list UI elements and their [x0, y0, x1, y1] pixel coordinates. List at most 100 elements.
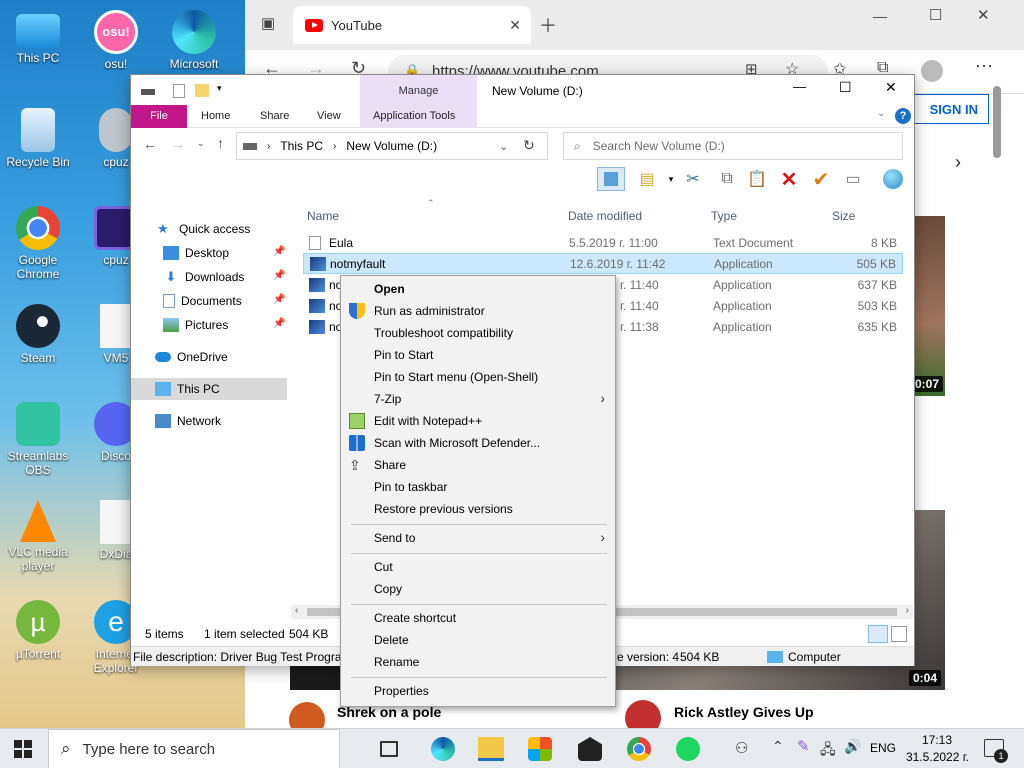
minimize-icon[interactable]: — — [873, 8, 887, 24]
desktop-icon-google-chrome[interactable]: Google Chrome — [6, 206, 70, 281]
menu-item-pin-to-taskbar[interactable]: Pin to taskbar — [374, 476, 447, 498]
qat-new-folder-icon[interactable] — [195, 84, 209, 97]
file-explorer-taskbar-icon[interactable] — [478, 737, 504, 761]
rename-icon[interactable]: ▭ — [841, 167, 865, 191]
file-row[interactable]: Eula 5.5.2019 г. 11:00 Text Document 8 K… — [303, 232, 903, 253]
column-header-date[interactable]: Date modified — [568, 209, 642, 223]
menu-item-pin-to-start[interactable]: Pin to Start — [374, 344, 433, 366]
clock-date[interactable]: 31.5.2022 г. — [906, 750, 969, 764]
help-icon[interactable]: ? — [895, 108, 911, 124]
delete-icon[interactable]: ✕ — [777, 167, 801, 191]
minimize-icon[interactable]: — — [793, 79, 806, 94]
refresh-icon[interactable]: ↻ — [523, 137, 535, 154]
chevron-right-icon[interactable]: › — [955, 152, 961, 173]
feather-tray-icon[interactable]: ✎ — [797, 737, 810, 755]
mail-taskbar-icon[interactable] — [578, 737, 602, 761]
menu-item-create-shortcut[interactable]: Create shortcut — [374, 607, 456, 629]
search-input[interactable]: ⌕ Search New Volume (D:) — [563, 132, 903, 160]
details-pane-icon[interactable] — [597, 167, 625, 191]
menu-item-run-as-administrator[interactable]: Run as administrator — [374, 300, 485, 322]
nav-quick-access[interactable]: ★ Quick access — [157, 218, 250, 240]
new-tab-icon[interactable]: ＋ — [539, 12, 557, 38]
nav-network[interactable]: Network — [155, 410, 221, 432]
paste-icon[interactable]: 📋 — [745, 167, 769, 191]
show-hidden-icons-icon[interactable]: ⌃ — [772, 738, 784, 755]
nav-desktop[interactable]: Desktop — [163, 242, 229, 264]
chrome-taskbar-icon[interactable] — [627, 737, 651, 761]
menu-item-edit-with-notepad-plus-plus[interactable]: Edit with Notepad++ — [374, 410, 482, 432]
file-row[interactable]: notmyfault 12.6.2019 г. 11:42 Applicatio… — [303, 253, 903, 274]
nav-documents[interactable]: Documents — [163, 290, 242, 312]
menu-item-share[interactable]: Share — [374, 454, 406, 476]
globe-icon[interactable] — [881, 167, 905, 191]
up-icon[interactable]: ↑ — [217, 135, 224, 151]
ribbon-tab-file[interactable]: File — [131, 105, 187, 128]
menu-item-pin-to-start-menu-open-shell[interactable]: Pin to Start menu (Open-Shell) — [374, 366, 538, 388]
recent-locations-icon[interactable]: ⌄ — [197, 138, 205, 149]
video-thumbnail[interactable]: 0:07 — [910, 216, 945, 396]
taskbar-search-input[interactable]: ⌕ Type here to search — [48, 729, 340, 768]
breadcrumb[interactable]: › This PC › New Volume (D:) ⌄ — [236, 132, 548, 160]
ribbon-tab-share[interactable]: Share — [260, 105, 289, 128]
ribbon-tab-application-tools[interactable]: Application Tools — [373, 105, 455, 128]
menu-item-troubleshoot-compatibility[interactable]: Troubleshoot compatibility — [374, 322, 513, 344]
maximize-icon[interactable]: ☐ — [839, 79, 852, 96]
menu-item-delete[interactable]: Delete — [374, 629, 409, 651]
desktop-icon-vlc[interactable]: VLC media player — [6, 500, 70, 573]
edge-taskbar-icon[interactable] — [431, 737, 455, 761]
ribbon-tab-view[interactable]: View — [317, 105, 341, 128]
nav-pictures[interactable]: Pictures — [163, 314, 228, 336]
ribbon-tab-home[interactable]: Home — [201, 105, 230, 128]
check-icon[interactable]: ✔ — [809, 167, 833, 191]
start-button[interactable] — [14, 740, 32, 758]
store-taskbar-icon[interactable] — [528, 737, 552, 761]
qat-properties-icon[interactable] — [173, 84, 185, 98]
breadcrumb-this-pc[interactable]: This PC — [280, 139, 323, 153]
qat-dropdown-icon[interactable]: ▾ — [217, 83, 222, 94]
forward-icon[interactable]: → — [171, 136, 185, 152]
sign-in-button[interactable]: SIGN IN — [903, 94, 989, 124]
scrollbar[interactable] — [993, 86, 1001, 158]
spotify-taskbar-icon[interactable] — [676, 737, 700, 761]
task-view-icon[interactable] — [380, 741, 398, 757]
close-icon[interactable]: ✕ — [885, 79, 897, 96]
language-indicator[interactable]: ENG — [870, 741, 896, 755]
desktop-icon-utorrent[interactable]: µ µTorrent — [6, 600, 70, 661]
tab-youtube[interactable]: YouTube ✕ — [293, 6, 531, 44]
menu-item-7zip[interactable]: 7-Zip — [374, 388, 401, 410]
menu-item-send-to[interactable]: Send to — [374, 527, 415, 549]
tab-actions-icon[interactable]: ▣ — [261, 14, 275, 32]
column-header-type[interactable]: Type — [711, 209, 737, 223]
maximize-icon[interactable]: ☐ — [929, 6, 942, 24]
nav-this-pc[interactable]: This PC — [131, 378, 287, 400]
menu-item-open[interactable]: Open — [374, 278, 405, 300]
nav-onedrive[interactable]: OneDrive — [155, 346, 228, 368]
folder-views-icon[interactable]: ▤ — [635, 167, 659, 191]
menu-item-rename[interactable]: Rename — [374, 651, 419, 673]
scroll-left-icon[interactable]: ‹ — [295, 605, 298, 616]
desktop-icon-microsoft-edge[interactable]: Microsoft — [162, 10, 226, 71]
video-thumbnail[interactable] — [290, 666, 340, 690]
menu-item-copy[interactable]: Copy — [374, 578, 402, 600]
video-title[interactable]: Rick Astley Gives Up — [674, 704, 814, 720]
people-icon[interactable]: ⚇ — [735, 739, 748, 757]
breadcrumb-new-volume[interactable]: New Volume (D:) — [346, 139, 437, 153]
close-tab-icon[interactable]: ✕ — [509, 17, 521, 34]
expand-ribbon-icon[interactable]: ⌄ — [877, 108, 885, 119]
desktop-icon-osu[interactable]: osu! osu! — [84, 10, 148, 71]
volume-icon[interactable]: 🔊 — [844, 738, 861, 755]
column-header-name[interactable]: Name — [307, 209, 339, 223]
details-view-icon[interactable] — [868, 625, 888, 643]
desktop-icon-streamlabs-obs[interactable]: Streamlabs OBS — [6, 402, 70, 477]
menu-item-restore-previous-versions[interactable]: Restore previous versions — [374, 498, 513, 520]
desktop-icon-recycle-bin[interactable]: Recycle Bin — [6, 108, 70, 169]
large-icons-view-icon[interactable] — [891, 626, 907, 642]
network-tray-icon[interactable]: 🖧 — [820, 739, 836, 763]
scroll-right-icon[interactable]: › — [906, 605, 909, 616]
menu-item-cut[interactable]: Cut — [374, 556, 393, 578]
cut-icon[interactable]: ✂ — [681, 167, 705, 191]
nav-downloads[interactable]: ⬇ Downloads — [163, 266, 245, 288]
menu-item-properties[interactable]: Properties — [374, 680, 429, 702]
desktop-icon-this-pc[interactable]: This PC — [6, 10, 70, 65]
desktop-icon-steam[interactable]: Steam — [6, 304, 70, 365]
